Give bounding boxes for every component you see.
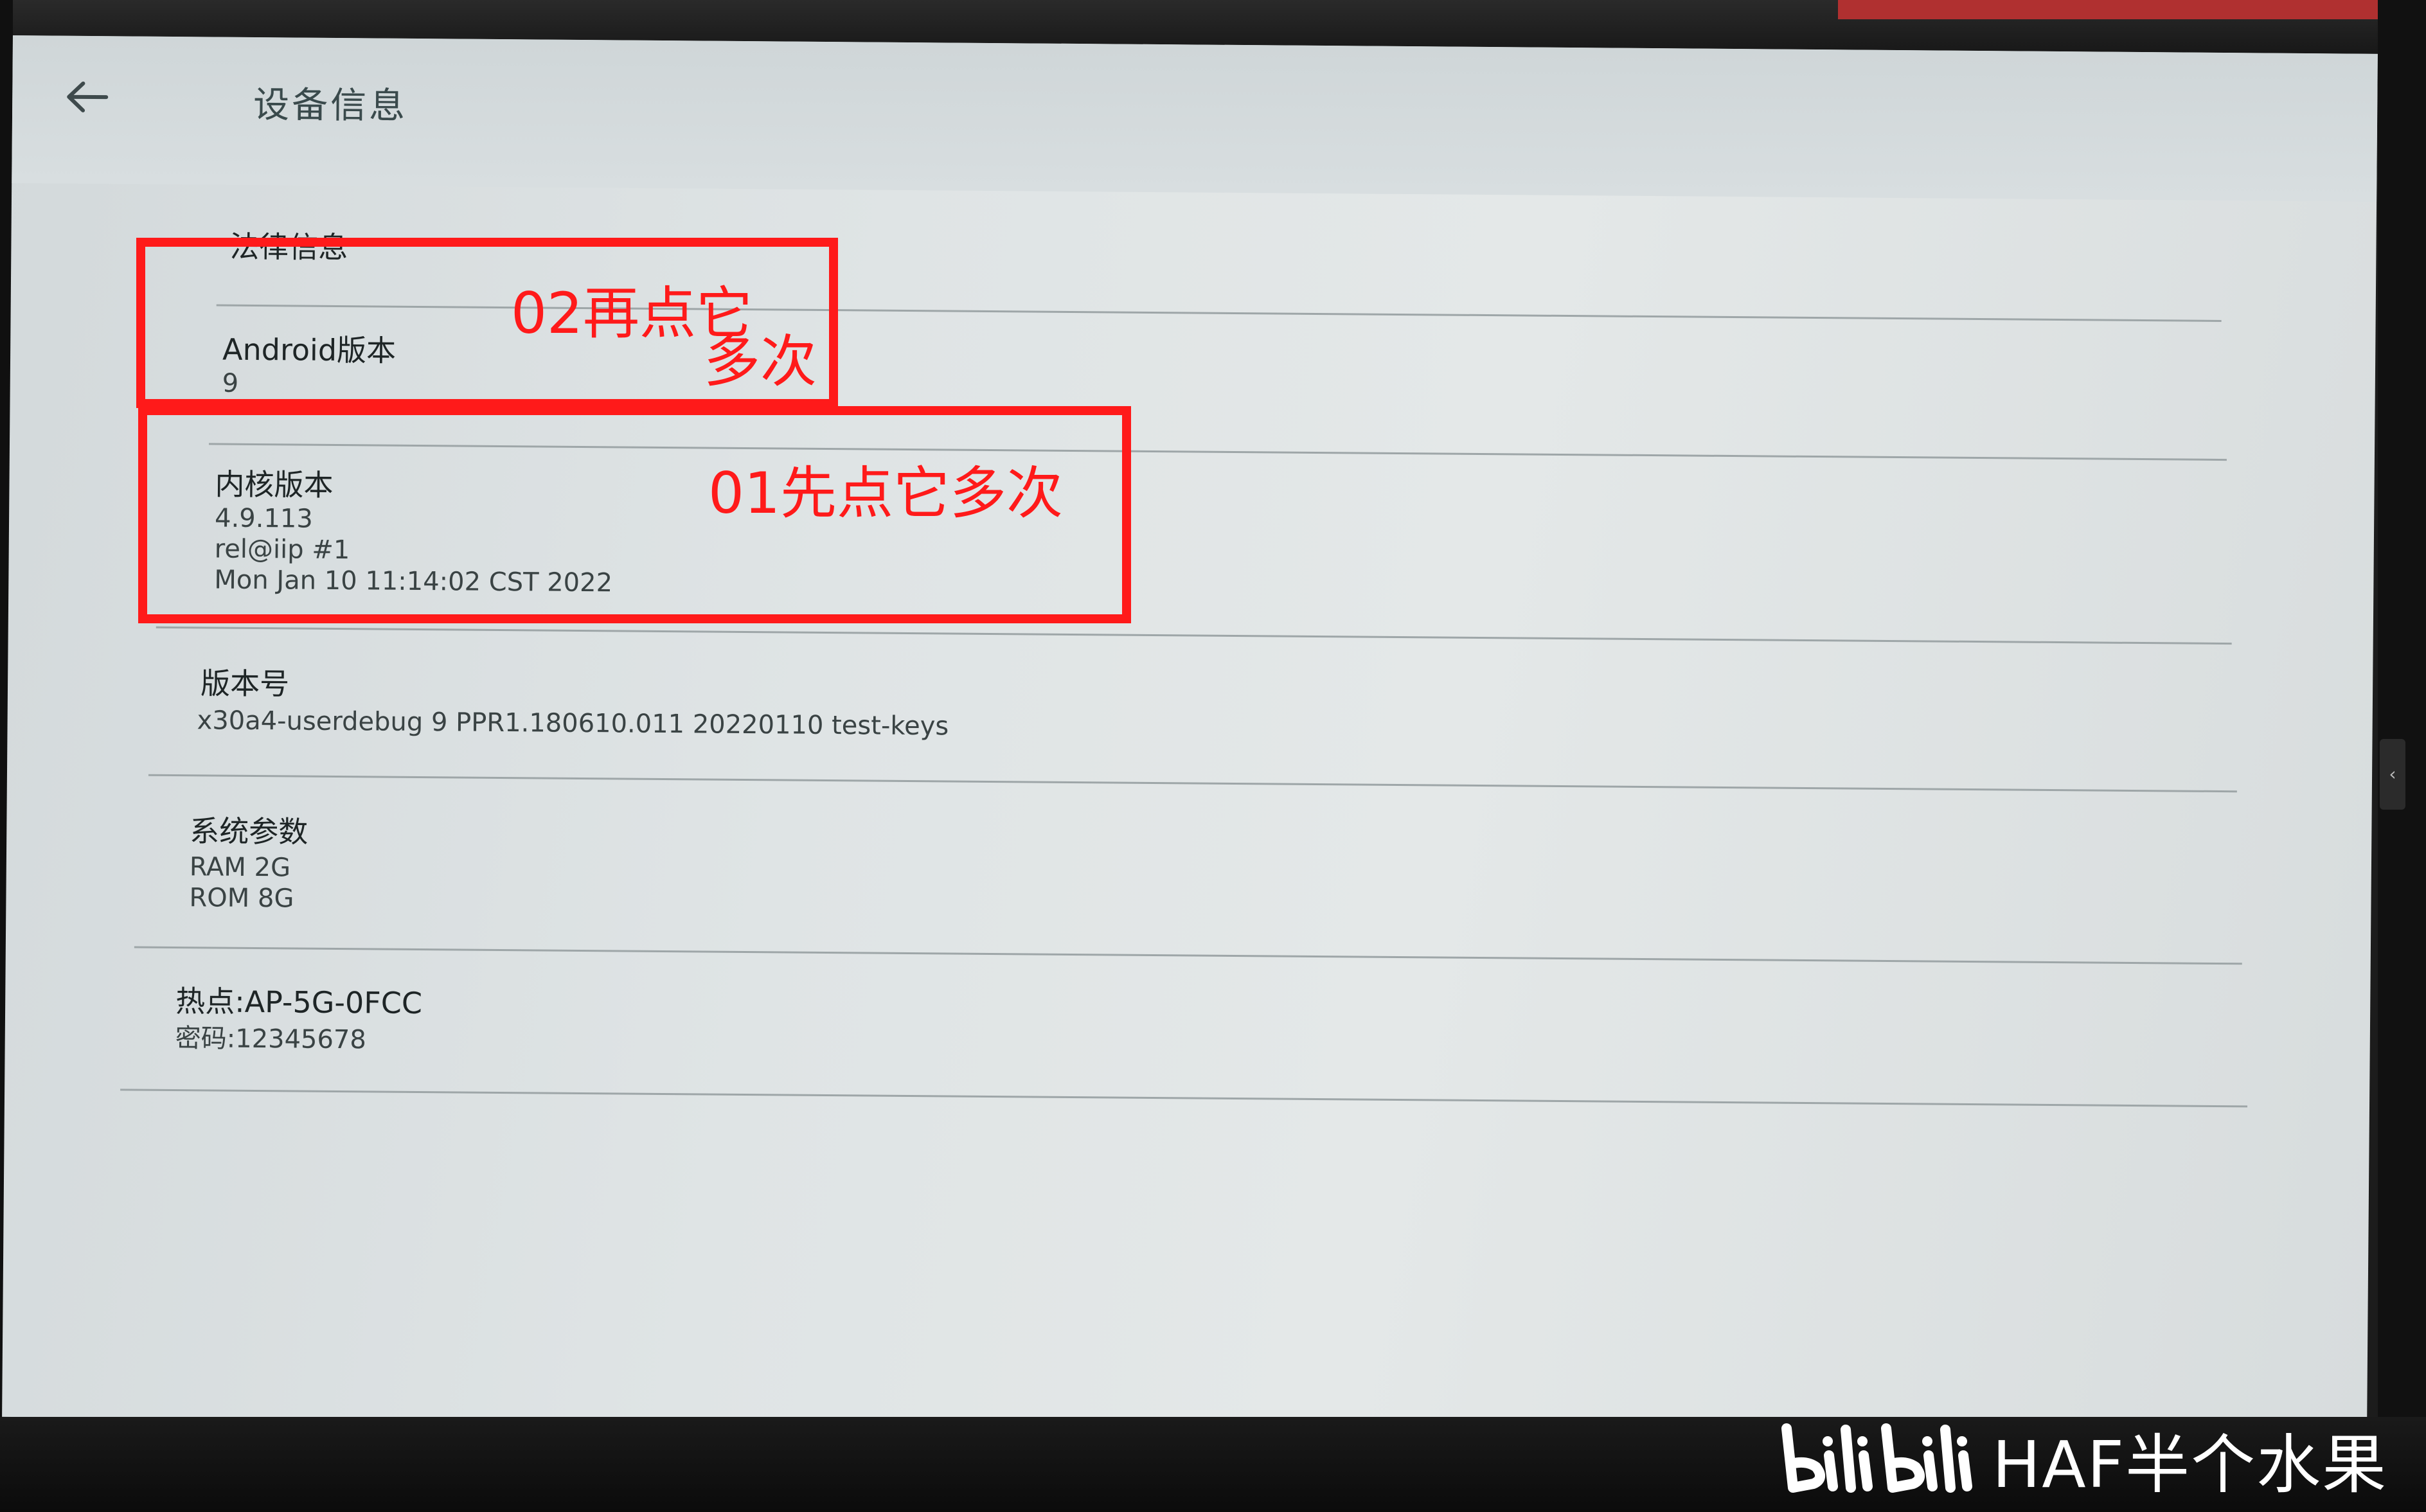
annotation-label-step1: 01先点它多次	[708, 460, 1063, 526]
watermark-text: HAF半个水果	[1992, 1427, 2388, 1502]
background-object	[1838, 0, 2426, 19]
divider	[120, 1089, 2248, 1108]
divider	[156, 626, 2232, 645]
list-item-hotspot[interactable]: 热点:AP-5G-0FCC 密码:12345678	[4, 954, 2371, 1127]
list-item-build-number[interactable]: 版本号 x30a4-userdebug 9 PPR1.180610.011 20…	[7, 646, 2373, 806]
bilibili-logo	[1781, 1423, 1972, 1493]
list-item-system-params[interactable]: 系统参数 RAM 2G ROM 8G	[6, 787, 2372, 973]
divider	[148, 774, 2237, 793]
annotation-label-step2-cont: 多次	[704, 328, 817, 395]
item-value: 密码:12345678	[175, 1024, 366, 1055]
arrow-left-icon[interactable]	[57, 68, 116, 127]
item-label: 系统参数	[190, 814, 308, 849]
side-panel-handle[interactable]: ‹	[2380, 739, 2405, 810]
watermark: HAF半个水果	[1774, 1410, 2423, 1507]
item-label: 版本号	[200, 666, 290, 702]
item-label: 热点:AP-5G-0FCC	[175, 984, 423, 1021]
page-title: 设备信息	[253, 84, 408, 127]
item-value: x30a4-userdebug 9 PPR1.180610.011 202201…	[197, 706, 949, 742]
app-bar: 设备信息	[12, 35, 2378, 202]
item-value: RAM 2G	[189, 852, 291, 883]
item-value: ROM 8G	[189, 883, 294, 914]
